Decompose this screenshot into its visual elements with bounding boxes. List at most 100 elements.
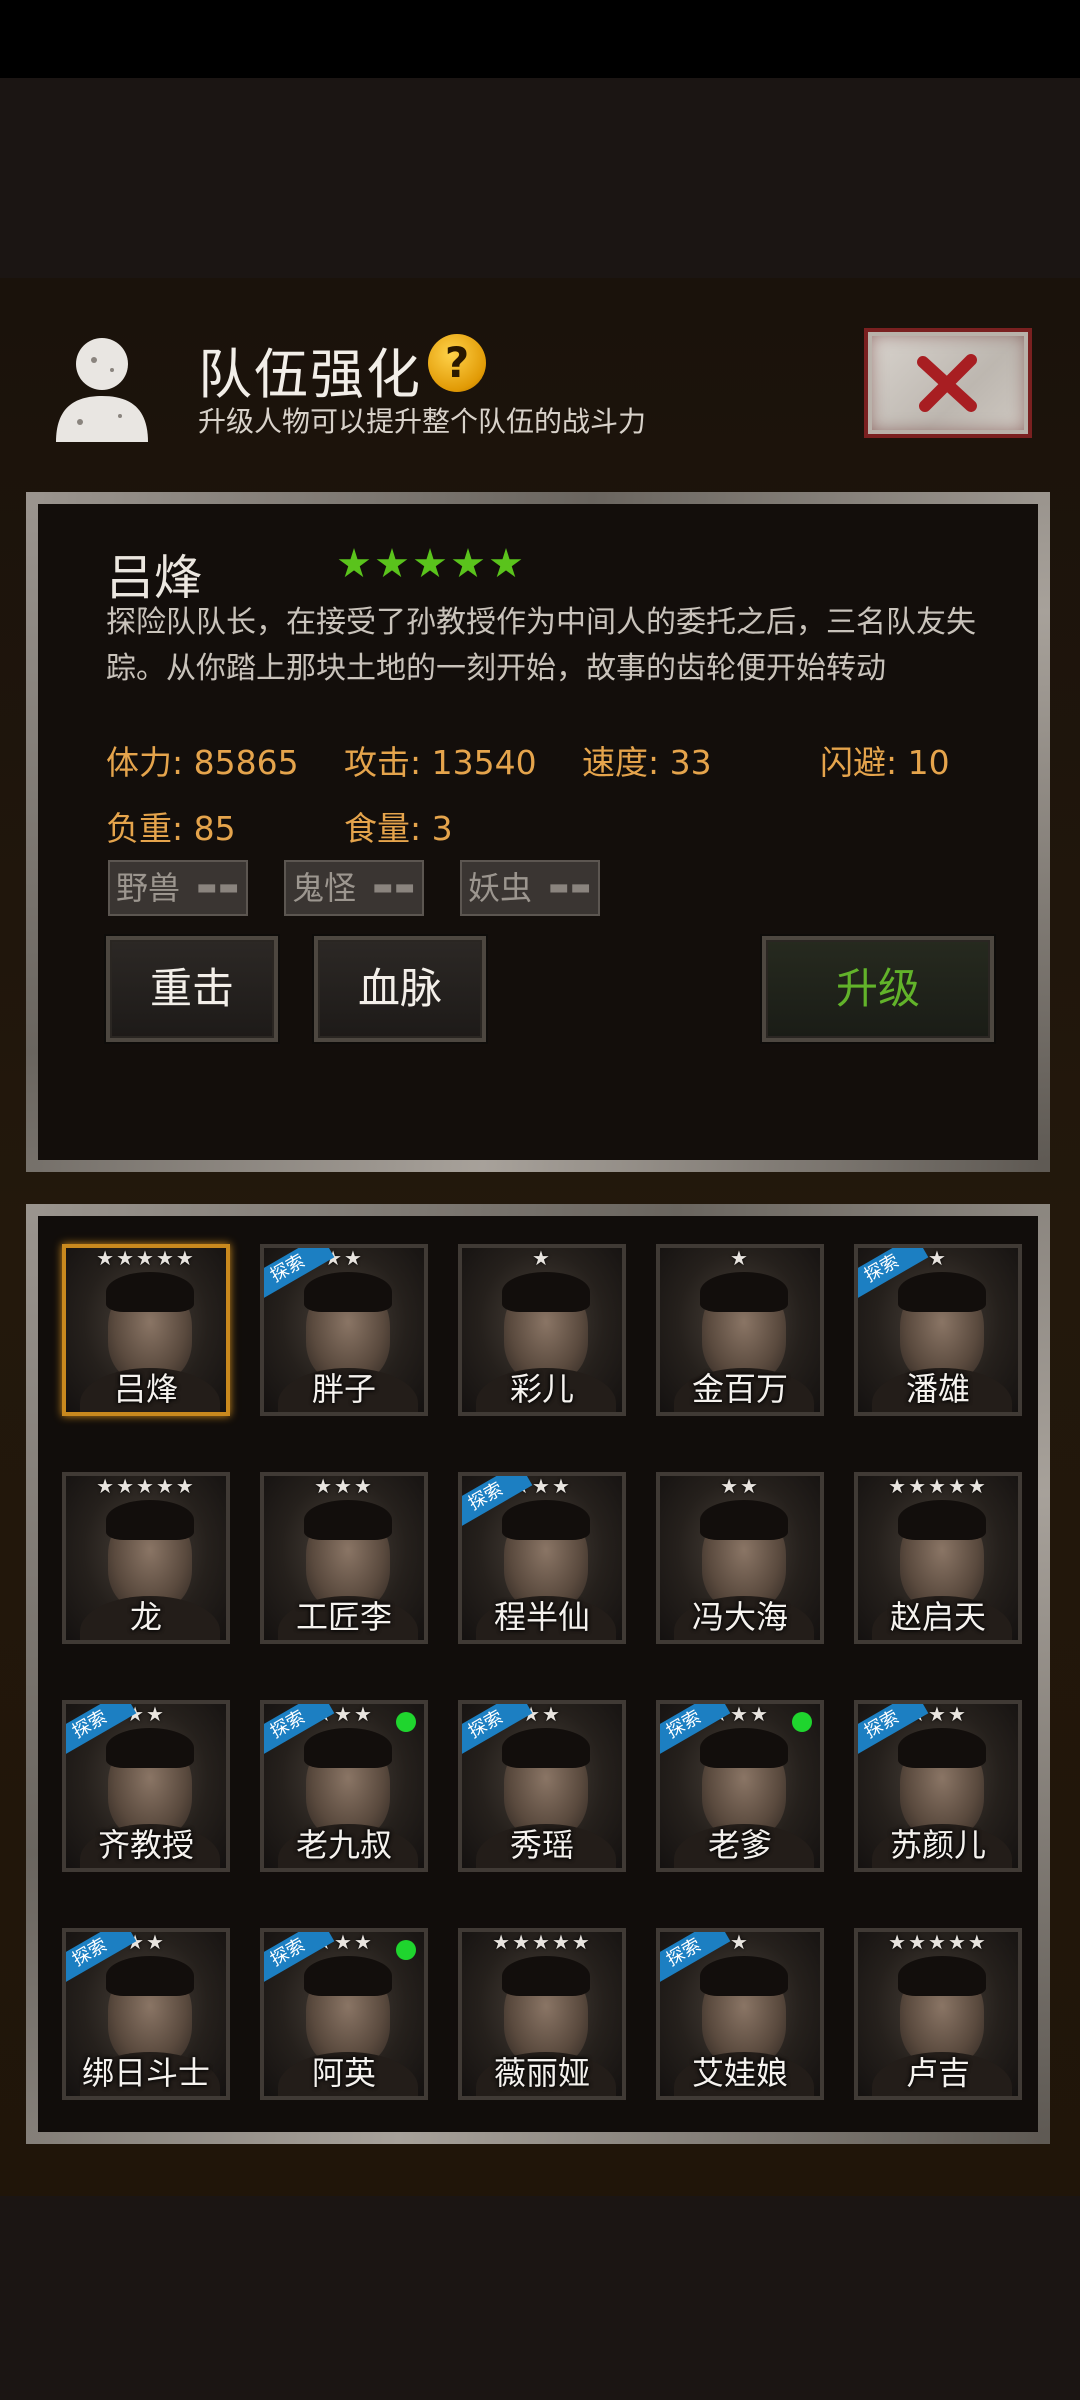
portrait-hair [898,1728,986,1768]
character-card-name: 龙 [129,1598,162,1636]
character-roster-grid: ★★★★★ 吕烽 ★★ 探索 胖子 ★ 彩儿 ★ 金百万 ★ 探索 潘雄 ★★★★★ 龙 ★★★ 工匠李 ★★★… [26,1204,1050,2144]
portrait-hair [106,1500,194,1540]
character-rating [338,548,522,580]
character-card-name: 吕烽 [113,1370,178,1408]
help-icon[interactable]: ? [428,334,486,392]
character-card-name: 潘雄 [905,1370,970,1408]
stat-load: 负重: 85 [106,809,236,848]
portrait-hair [106,1728,194,1768]
character-card-name: 苏颜儿 [889,1826,986,1864]
dialog-title: 队伍强化 [198,343,422,406]
character-card[interactable]: ★★★★★ 卢吉 [854,1928,1022,2100]
tag-slots: ▬▬ [548,875,592,900]
bloodline-button[interactable]: 血脉 [314,936,486,1042]
character-card[interactable]: ★ 金百万 [656,1244,824,1416]
tag-label: 鬼怪 [292,869,357,907]
character-card[interactable]: ★ 探索 艾娃娘 [656,1928,824,2100]
character-card-name: 冯大海 [691,1598,788,1636]
character-card-name: 老爹 [707,1826,772,1864]
character-card-name: 秀瑶 [509,1826,574,1864]
status-bar [0,0,1080,78]
status-dot-icon [396,1940,416,1960]
character-card[interactable]: ★ 彩儿 [458,1244,626,1416]
portrait-hair [898,1500,986,1540]
tag-beast: 野兽 ▬▬ [108,860,248,916]
character-card[interactable]: ★★★ 探索 程半仙 [458,1472,626,1644]
portrait-hair [106,1956,194,1996]
upgrade-button[interactable]: 升级 [762,936,994,1042]
character-card[interactable]: ★★ 探索 齐教授 [62,1700,230,1872]
card-stars: ★★★★★ [888,1474,988,1498]
card-stars: ★★★★★ [96,1474,196,1498]
heavy-strike-button[interactable]: 重击 [106,936,278,1042]
status-dot-icon [792,1712,812,1732]
character-card-name: 彩儿 [509,1370,574,1408]
character-info-panel: 吕烽 探险队队长，在接受了孙教授作为中间人的委托之后，三名队友失踪。从你踏上那块… [26,492,1050,1172]
character-card-name: 艾娃娘 [691,2054,788,2092]
portrait-hair [106,1272,194,1312]
character-card[interactable]: ★★ 冯大海 [656,1472,824,1644]
character-card-name: 工匠李 [295,1598,392,1636]
character-card[interactable]: ★★★ 工匠李 [260,1472,428,1644]
character-card-name: 阿英 [311,2054,376,2092]
portrait-hair [502,1500,590,1540]
portrait-hair [700,1272,788,1312]
character-card[interactable]: ★★★★★ 薇丽娅 [458,1928,626,2100]
stat-dodge: 闪避: 10 [820,743,950,782]
character-card[interactable]: ★★★ 探索 苏颜儿 [854,1700,1022,1872]
portrait-hair [502,1728,590,1768]
tag-ghost: 鬼怪 ▬▬ [284,860,424,916]
character-card[interactable]: ★★★★★ 龙 [62,1472,230,1644]
player-avatar-icon [50,330,154,442]
stat-food: 食量: 3 [344,809,453,848]
star-icon [452,548,484,578]
character-card-name: 金百万 [691,1370,788,1408]
character-card[interactable]: ★★ 探索 绑日斗士 [62,1928,230,2100]
tag-label: 妖虫 [468,869,533,907]
tag-slots: ▬▬ [196,875,240,900]
stat-hp: 体力: 85865 [106,743,299,782]
close-button[interactable] [864,328,1032,438]
close-icon [917,354,977,412]
character-card[interactable]: ★★★ 探索 老九叔 [260,1700,428,1872]
star-icon [376,548,408,578]
character-description: 探险队队长，在接受了孙教授作为中间人的委托之后，三名队友失踪。从你踏上那块土地的… [106,605,976,686]
portrait-hair [700,1728,788,1768]
tag-insect: 妖虫 ▬▬ [460,860,600,916]
card-stars: ★★★★★ [492,1930,592,1954]
character-card-name: 卢吉 [905,2054,970,2092]
tag-label: 野兽 [116,869,181,907]
character-card-name: 齐教授 [97,1826,194,1864]
star-icon [338,548,370,578]
portrait-hair [304,1728,392,1768]
portrait-hair [898,1956,986,1996]
tag-slots: ▬▬ [372,875,416,900]
portrait-hair [502,1956,590,1996]
portrait-hair [700,1956,788,1996]
card-stars: ★★ [720,1474,760,1498]
character-name: 吕烽 [106,550,203,606]
portrait-hair [502,1272,590,1312]
card-stars: ★★★ [314,1474,374,1498]
star-icon [414,548,446,578]
character-card-name: 赵启天 [889,1598,986,1636]
character-card[interactable]: ★★★★★ 吕烽 [62,1244,230,1416]
character-card-name: 程半仙 [493,1598,590,1636]
character-card[interactable]: ★★★ 探索 老爹 [656,1700,824,1872]
character-card[interactable]: ★★★ 探索 阿英 [260,1928,428,2100]
character-card-name: 薇丽娅 [493,2054,590,2092]
star-icon [490,548,522,578]
character-card[interactable]: ★ 探索 潘雄 [854,1244,1022,1416]
character-card-name: 绑日斗士 [81,2054,210,2092]
character-card[interactable]: ★★★★★ 赵启天 [854,1472,1022,1644]
card-stars: ★ [532,1246,552,1270]
portrait-hair [304,1272,392,1312]
character-card[interactable]: ★★ 探索 胖子 [260,1244,428,1416]
character-card-name: 老九叔 [295,1826,392,1864]
character-card-name: 胖子 [311,1370,376,1408]
card-stars: ★★★★★ [888,1930,988,1954]
character-card[interactable]: ★★ 探索 秀瑶 [458,1700,626,1872]
team-upgrade-dialog: 队伍强化 ? 升级人物可以提升整个队伍的战斗力 吕烽 探险队队长，在接受了孙教授… [0,278,1080,2196]
card-stars: ★★★★★ [96,1246,196,1270]
dialog-subtitle: 升级人物可以提升整个队伍的战斗力 [198,405,647,438]
